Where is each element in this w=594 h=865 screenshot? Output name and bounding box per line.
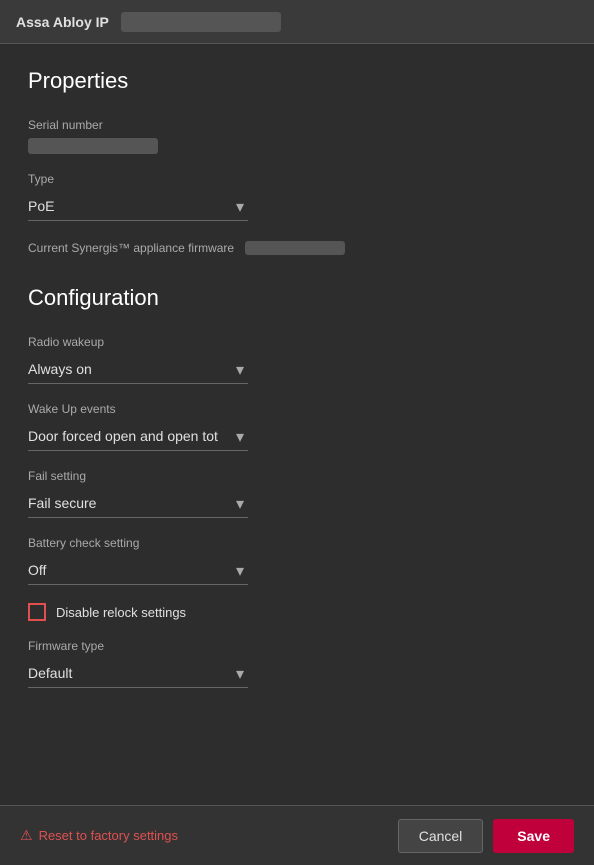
type-select-wrapper: PoE Non-PoE ▾	[28, 192, 248, 221]
reset-factory-label: Reset to factory settings	[39, 828, 178, 843]
fail-setting-select[interactable]: Fail secure Fail safe	[28, 489, 248, 518]
cancel-button[interactable]: Cancel	[398, 819, 484, 853]
configuration-title: Configuration	[28, 285, 566, 311]
disable-relock-row: Disable relock settings	[28, 603, 566, 621]
properties-section: Properties Serial number Type PoE Non-Po…	[28, 68, 566, 257]
firmware-value	[245, 241, 345, 255]
battery-check-group: Battery check setting Off On ▾	[28, 536, 566, 585]
type-select[interactable]: PoE Non-PoE	[28, 192, 248, 221]
disable-relock-checkbox[interactable]	[28, 603, 46, 621]
fail-setting-label: Fail setting	[28, 469, 566, 483]
firmware-type-select-wrapper: Default Custom ▾	[28, 659, 248, 688]
firmware-type-label: Firmware type	[28, 639, 566, 653]
disable-relock-label: Disable relock settings	[56, 605, 186, 620]
save-button[interactable]: Save	[493, 819, 574, 853]
wake-up-events-group: Wake Up events Door forced open and open…	[28, 402, 566, 451]
configuration-section: Configuration Radio wakeup Always on Off…	[28, 285, 566, 688]
battery-check-select-wrapper: Off On ▾	[28, 556, 248, 585]
firmware-type-group: Firmware type Default Custom ▾	[28, 639, 566, 688]
radio-wakeup-select-wrapper: Always on Off ▾	[28, 355, 248, 384]
reset-factory-link[interactable]: ⚠ Reset to factory settings	[20, 827, 178, 844]
main-content: Properties Serial number Type PoE Non-Po…	[0, 44, 594, 805]
battery-check-select[interactable]: Off On	[28, 556, 248, 585]
type-group: Type PoE Non-PoE ▾	[28, 172, 566, 221]
wake-up-events-select-wrapper: Door forced open and open tot None ▾	[28, 422, 248, 451]
firmware-group: Current Synergis™ appliance firmware	[28, 239, 566, 257]
action-buttons: Cancel Save	[398, 819, 574, 853]
warning-icon: ⚠	[20, 827, 33, 844]
app-title: Assa Abloy IP	[16, 14, 109, 30]
properties-title: Properties	[28, 68, 566, 94]
wake-up-events-select[interactable]: Door forced open and open tot None	[28, 422, 248, 451]
radio-wakeup-select[interactable]: Always on Off	[28, 355, 248, 384]
breadcrumb	[121, 12, 281, 32]
serial-number-label: Serial number	[28, 118, 566, 132]
serial-number-group: Serial number	[28, 118, 566, 154]
fail-setting-group: Fail setting Fail secure Fail safe ▾	[28, 469, 566, 518]
radio-wakeup-group: Radio wakeup Always on Off ▾	[28, 335, 566, 384]
firmware-label: Current Synergis™ appliance firmware	[28, 241, 234, 255]
wake-up-events-label: Wake Up events	[28, 402, 566, 416]
firmware-type-select[interactable]: Default Custom	[28, 659, 248, 688]
fail-setting-select-wrapper: Fail secure Fail safe ▾	[28, 489, 248, 518]
bottom-bar: ⚠ Reset to factory settings Cancel Save	[0, 805, 594, 865]
radio-wakeup-label: Radio wakeup	[28, 335, 566, 349]
battery-check-label: Battery check setting	[28, 536, 566, 550]
type-label: Type	[28, 172, 566, 186]
top-bar: Assa Abloy IP	[0, 0, 594, 44]
serial-number-value	[28, 138, 158, 154]
